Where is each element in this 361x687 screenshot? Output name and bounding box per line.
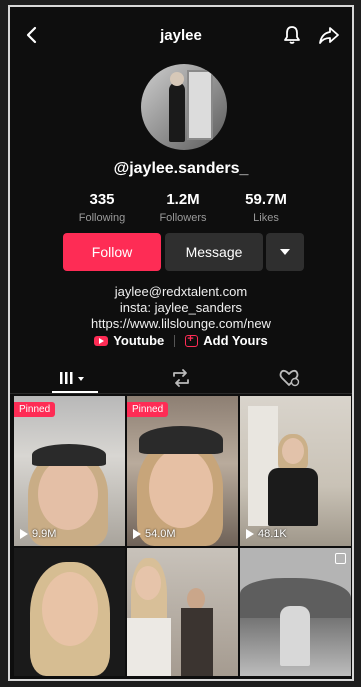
top-bar: jaylee: [10, 7, 352, 59]
avatar[interactable]: [141, 64, 227, 150]
tile-person: [280, 606, 310, 666]
youtube-icon: [94, 335, 109, 346]
video-tile[interactable]: [14, 548, 125, 676]
tile-face: [149, 448, 213, 528]
avatar-figure: [169, 82, 185, 142]
share-icon[interactable]: [318, 25, 340, 45]
add-yours-label: Add Yours: [203, 333, 268, 348]
stat-likes[interactable]: 59.7M Likes: [226, 191, 306, 224]
add-yours-link[interactable]: Add Yours: [185, 333, 268, 348]
tile-face-second: [187, 588, 205, 610]
play-icon: [133, 529, 141, 539]
video-tile[interactable]: Pinned 54.0M: [127, 396, 238, 546]
stat-following-count: 335: [89, 191, 115, 208]
multi-photo-icon: [335, 553, 346, 564]
follow-button[interactable]: Follow: [63, 233, 161, 271]
view-count-label: 54.0M: [145, 528, 176, 540]
avatar-door: [187, 70, 213, 140]
pinned-badge: Pinned: [14, 402, 56, 417]
link-separator: [174, 334, 176, 347]
bio-insta: insta: jaylee_sanders: [119, 300, 243, 315]
view-count-label: 9.9M: [32, 528, 57, 540]
tile-face: [38, 458, 98, 530]
stat-followers-label: Followers: [159, 212, 207, 224]
video-tile[interactable]: Pinned 9.9M: [14, 396, 125, 546]
view-count: 54.0M: [133, 528, 176, 540]
tile-body: [268, 468, 318, 526]
stat-followers-count: 1.2M: [166, 191, 200, 208]
profile-screen: jaylee @jaylee.sanders_ 335 Following 1.…: [8, 5, 354, 681]
view-count: 48.1K: [246, 528, 287, 540]
stat-following-label: Following: [78, 212, 126, 224]
video-tile[interactable]: [240, 548, 351, 676]
avatar-head: [170, 72, 184, 86]
tile-helmet: [32, 444, 106, 466]
tab-videos-grid-icon[interactable]: [54, 363, 94, 393]
tile-face: [135, 566, 161, 600]
tab-divider: [10, 393, 352, 394]
add-yours-icon: [185, 333, 199, 347]
caret-down-icon: [280, 249, 290, 255]
stat-likes-count: 59.7M: [245, 191, 287, 208]
play-icon: [246, 529, 254, 539]
tile-body-second: [181, 608, 213, 676]
more-options-button[interactable]: [266, 233, 304, 271]
bell-icon[interactable]: [282, 25, 302, 45]
bio-email[interactable]: jaylee@redxtalent.com: [10, 284, 352, 299]
youtube-link[interactable]: Youtube: [94, 333, 164, 348]
username: @jaylee.sanders_: [113, 160, 249, 177]
tab-liked-icon[interactable]: [278, 363, 300, 393]
stat-likes-label: Likes: [253, 212, 279, 224]
tile-helmet: [139, 426, 223, 454]
video-tile[interactable]: 48.1K: [240, 396, 351, 546]
stat-followers[interactable]: 1.2M Followers: [143, 191, 223, 224]
video-tile[interactable]: [127, 548, 238, 676]
message-button[interactable]: Message: [165, 233, 263, 271]
tile-face: [282, 438, 304, 464]
pinned-badge: Pinned: [127, 402, 169, 417]
view-count: 9.9M: [20, 528, 56, 540]
profile-links: Youtube Add Yours: [10, 333, 352, 348]
play-icon: [20, 529, 28, 539]
youtube-label: Youtube: [113, 333, 165, 348]
tab-repost-icon[interactable]: [170, 363, 192, 393]
bio-link[interactable]: https://www.lilslounge.com/new: [10, 316, 352, 331]
tile-body: [127, 618, 171, 676]
tile-face: [42, 572, 98, 646]
stat-following[interactable]: 335 Following: [62, 191, 142, 224]
view-count-label: 48.1K: [258, 528, 287, 540]
